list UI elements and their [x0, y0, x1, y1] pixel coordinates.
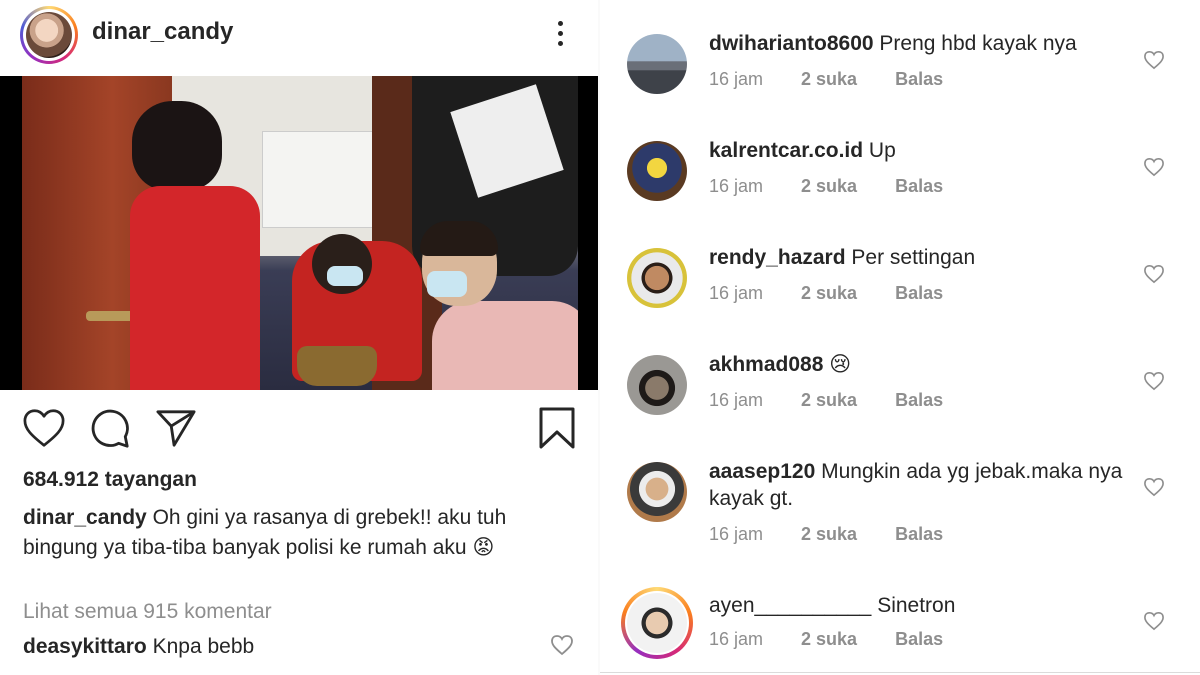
comment-icon[interactable]: [89, 408, 131, 450]
comment-like-heart-icon[interactable]: [550, 634, 574, 656]
comment-meta: 16 jam 2 suka Balas: [709, 524, 981, 545]
reply-button[interactable]: Balas: [895, 629, 943, 650]
first-comment-username[interactable]: deasykittaro: [23, 635, 147, 658]
comment-text: Sinetron: [877, 594, 956, 617]
reply-button[interactable]: Balas: [895, 524, 943, 545]
comment-username[interactable]: kalrentcar.co.id: [709, 139, 863, 162]
comment-username[interactable]: rendy_hazard: [709, 246, 846, 269]
post-panel: dinar_candy 684.912 tayangan dinar_candy…: [0, 0, 600, 675]
comment-meta: 16 jam 2 suka Balas: [709, 390, 981, 411]
profile-avatar[interactable]: [20, 6, 78, 64]
comment-like-heart-icon[interactable]: [1143, 477, 1165, 497]
comment-time: 16 jam: [709, 283, 764, 303]
avatar[interactable]: [627, 141, 687, 201]
post-caption: dinar_candy Oh gini ya rasanya di grebek…: [23, 503, 583, 563]
avatar[interactable]: [627, 355, 687, 415]
comment-meta: 16 jam 2 suka Balas: [709, 69, 981, 90]
comment-text: 😢: [829, 353, 852, 376]
comment-body: dwiharianto8600 Preng hbd kayak nya: [709, 30, 1139, 57]
comment-text: Preng hbd kayak nya: [879, 32, 1077, 55]
comment-time: 16 jam: [709, 69, 764, 89]
comment-likes[interactable]: 2 suka: [801, 283, 857, 304]
comment-username[interactable]: ayen__________: [709, 594, 871, 617]
comment-item: ayen__________ Sinetron 16 jam 2 suka Bala…: [600, 563, 1200, 670]
view-count[interactable]: 684.912 tayangan: [23, 468, 197, 492]
reply-button[interactable]: Balas: [895, 176, 943, 197]
comment-body: aaasep120 Mungkin ada yg jebak.maka nya …: [709, 458, 1139, 512]
comment-body: akhmad088 😢: [709, 351, 1139, 378]
avatar-image: [26, 12, 72, 58]
avatar[interactable]: [627, 34, 687, 94]
post-video[interactable]: [0, 76, 600, 390]
first-comment: deasykittaro Knpa bebb: [23, 635, 254, 659]
comment-body: ayen__________ Sinetron: [709, 592, 1139, 619]
comments-panel: dwiharianto8600 Preng hbd kayak nya 16 j…: [600, 0, 1200, 675]
comment-time: 16 jam: [709, 524, 764, 544]
comment-username[interactable]: dwiharianto8600: [709, 32, 874, 55]
comment-text: Up: [868, 139, 896, 162]
comment-like-heart-icon[interactable]: [1143, 157, 1165, 177]
reply-button[interactable]: Balas: [895, 69, 943, 90]
post-username[interactable]: dinar_candy: [92, 18, 233, 46]
avatar-story-ring[interactable]: [621, 587, 693, 659]
avatar[interactable]: [627, 462, 687, 522]
send-icon[interactable]: [155, 408, 197, 448]
comment-time: 16 jam: [709, 390, 764, 410]
comment-item: kalrentcar.co.id Up 16 jam 2 suka Balas: [600, 107, 1200, 214]
comment-username[interactable]: akhmad088: [709, 353, 823, 376]
heart-icon[interactable]: [22, 408, 66, 448]
post-header: dinar_candy: [0, 0, 600, 70]
comment-time: 16 jam: [709, 629, 764, 649]
comment-likes[interactable]: 2 suka: [801, 629, 857, 650]
comment-like-heart-icon[interactable]: [1143, 371, 1165, 391]
video-frame: [22, 76, 578, 390]
comment-item: rendy_hazard Per settingan 16 jam 2 suka B…: [600, 214, 1200, 321]
post-actions: [0, 400, 600, 460]
comment-time: 16 jam: [709, 176, 764, 196]
comment-item: akhmad088 😢 16 jam 2 suka Balas: [600, 321, 1200, 428]
comment-item: aaasep120 Mungkin ada yg jebak.maka nya …: [600, 428, 1200, 563]
comment-like-heart-icon[interactable]: [1143, 611, 1165, 631]
comment-username[interactable]: aaasep120: [709, 460, 815, 483]
avatar[interactable]: [627, 248, 687, 308]
comment-body: rendy_hazard Per settingan: [709, 244, 1139, 271]
comment-body: kalrentcar.co.id Up: [709, 137, 1139, 164]
comment-item: dwiharianto8600 Preng hbd kayak nya 16 j…: [600, 0, 1200, 107]
reply-button[interactable]: Balas: [895, 390, 943, 411]
caption-username[interactable]: dinar_candy: [23, 506, 147, 529]
divider: [600, 672, 1200, 673]
comment-likes[interactable]: 2 suka: [801, 524, 857, 545]
comment-likes[interactable]: 2 suka: [801, 390, 857, 411]
first-comment-text: Knpa bebb: [152, 635, 255, 658]
comment-meta: 16 jam 2 suka Balas: [709, 283, 981, 304]
comment-like-heart-icon[interactable]: [1143, 264, 1165, 284]
comment-text: Per settingan: [851, 246, 976, 269]
reply-button[interactable]: Balas: [895, 283, 943, 304]
comment-likes[interactable]: 2 suka: [801, 69, 857, 90]
bookmark-icon[interactable]: [538, 406, 576, 450]
comment-likes[interactable]: 2 suka: [801, 176, 857, 197]
comment-meta: 16 jam 2 suka Balas: [709, 176, 981, 197]
comment-like-heart-icon[interactable]: [1143, 50, 1165, 70]
comment-meta: 16 jam 2 suka Balas: [709, 629, 981, 650]
view-all-comments-link[interactable]: Lihat semua 915 komentar: [23, 600, 272, 624]
avatar[interactable]: [627, 593, 687, 653]
more-options-icon[interactable]: [548, 18, 572, 52]
